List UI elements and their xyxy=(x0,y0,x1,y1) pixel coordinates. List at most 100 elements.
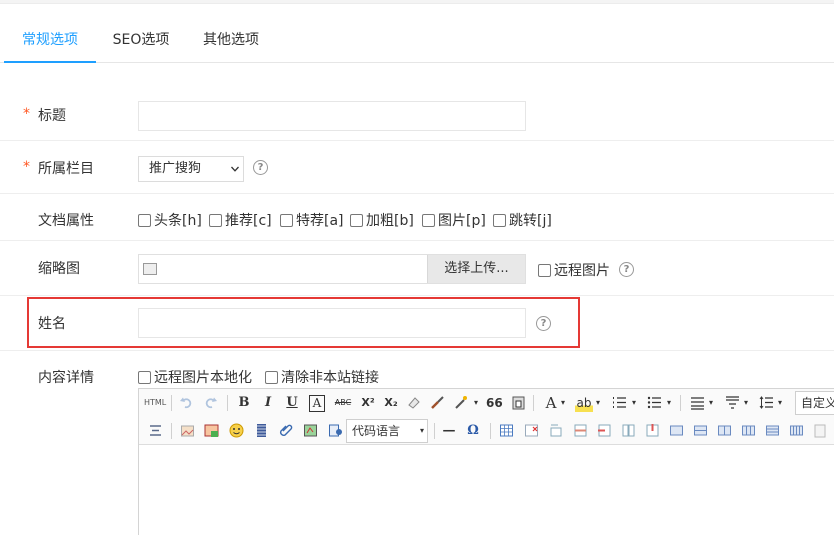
map-icon[interactable] xyxy=(303,423,318,438)
editor-toolbar-row-2: 代码语言 ▾ — Ω xyxy=(139,417,834,445)
editor-content-area[interactable] xyxy=(139,446,834,535)
chevron-down-icon[interactable]: ▾ xyxy=(594,394,602,412)
table-properties-icon[interactable] xyxy=(813,423,828,438)
background-color-button[interactable]: ab xyxy=(575,394,593,412)
chevron-down-icon xyxy=(231,166,239,172)
checkbox-recommend[interactable]: 推荐[c] xyxy=(209,210,272,230)
paragraph-spacing-bottom-icon[interactable] xyxy=(725,395,740,410)
checkbox-box[interactable] xyxy=(350,213,363,227)
delete-column-icon[interactable] xyxy=(645,423,660,438)
unordered-list-icon[interactable] xyxy=(647,395,662,410)
ordered-list-icon[interactable] xyxy=(612,395,627,410)
font-border-button[interactable]: A xyxy=(309,395,325,412)
underline-button[interactable]: U xyxy=(285,394,299,412)
split-cells-icon[interactable] xyxy=(741,423,756,438)
checkbox-box[interactable] xyxy=(280,213,293,227)
top-bar xyxy=(0,0,834,4)
horizontal-rule-button[interactable]: — xyxy=(441,422,457,440)
chevron-down-icon[interactable]: ▾ xyxy=(742,394,750,412)
attributes-label: 文档属性 xyxy=(38,213,94,229)
superscript-button[interactable]: X² xyxy=(359,394,377,412)
format-painter-icon[interactable] xyxy=(430,395,445,410)
align-center-icon[interactable] xyxy=(148,423,163,438)
checkbox-label: 远程图片本地化 xyxy=(154,370,252,386)
checkbox-label: 图片[p] xyxy=(438,213,486,229)
magic-wand-icon[interactable] xyxy=(454,395,469,410)
checkbox-strip-links[interactable]: 清除非本站链接 xyxy=(265,367,379,387)
checkbox-remote-image[interactable]: 远程图片 xyxy=(538,260,610,280)
insert-code-icon[interactable] xyxy=(328,423,343,438)
checkbox-label: 跳转[j] xyxy=(509,213,552,229)
checkbox-featured[interactable]: 特荐[a] xyxy=(280,210,344,230)
checkbox-box[interactable] xyxy=(209,213,222,227)
insert-column-icon[interactable] xyxy=(621,423,636,438)
checkbox-box[interactable] xyxy=(538,263,551,277)
title-input[interactable] xyxy=(138,101,526,131)
checkbox-box[interactable] xyxy=(265,370,278,384)
insert-table-icon[interactable] xyxy=(499,423,514,438)
delete-table-icon[interactable] xyxy=(524,423,539,438)
chevron-down-icon[interactable]: ▾ xyxy=(707,394,715,412)
toolbar-separator xyxy=(490,423,491,439)
checkbox-localize-images[interactable]: 远程图片本地化 xyxy=(138,367,252,387)
attachment-icon[interactable] xyxy=(279,423,294,438)
merge-cells-icon[interactable] xyxy=(669,423,684,438)
font-color-button[interactable]: A xyxy=(544,394,558,412)
thumbnail-row: 缩略图 选择上传... 远程图片 ? xyxy=(0,241,834,296)
thumbnail-field[interactable]: 选择上传... xyxy=(138,254,526,284)
insert-image-icon[interactable] xyxy=(180,423,195,438)
paragraph-spacing-top-icon[interactable] xyxy=(690,395,705,410)
upload-button[interactable]: 选择上传... xyxy=(427,255,525,283)
checkbox-label: 清除非本站链接 xyxy=(281,370,379,386)
thumbnail-label: 缩略图 xyxy=(38,261,80,277)
paste-plain-icon[interactable] xyxy=(511,395,526,410)
category-select[interactable]: 推广搜狗 xyxy=(138,156,244,182)
multi-image-icon[interactable] xyxy=(204,423,219,438)
code-language-select[interactable]: 代码语言 ▾ xyxy=(346,419,428,443)
italic-button[interactable]: I xyxy=(261,394,275,412)
split-rows-icon[interactable] xyxy=(765,423,780,438)
html-source-button[interactable]: HTML xyxy=(144,394,166,412)
bold-button[interactable]: B xyxy=(237,394,251,412)
delete-row-icon[interactable] xyxy=(597,423,612,438)
checkbox-box[interactable] xyxy=(493,213,506,227)
split-cols-icon[interactable] xyxy=(789,423,804,438)
toolbar-separator xyxy=(227,395,228,411)
toolbar-separator xyxy=(680,395,681,411)
chevron-down-icon[interactable]: ▾ xyxy=(472,394,480,412)
insert-paragraph-before-table-icon[interactable] xyxy=(548,423,563,438)
chevron-down-icon[interactable]: ▾ xyxy=(776,394,784,412)
rich-text-editor[interactable]: HTML B I U A ABC X² X₂ ▾ 66 A ▾ ab ▾ ▾ ▾… xyxy=(138,388,834,535)
checkbox-headline[interactable]: 头条[h] xyxy=(138,210,202,230)
chevron-down-icon[interactable]: ▾ xyxy=(665,394,673,412)
checkbox-jump[interactable]: 跳转[j] xyxy=(493,210,552,230)
help-icon[interactable]: ? xyxy=(253,160,268,175)
line-height-icon[interactable] xyxy=(759,395,774,410)
code-language-value: 代码语言 xyxy=(352,424,401,438)
redo-icon[interactable] xyxy=(203,395,218,410)
tab-other[interactable]: 其他选项 xyxy=(186,18,276,63)
help-icon[interactable]: ? xyxy=(619,262,634,277)
strikethrough-button[interactable]: ABC xyxy=(333,394,353,412)
emoji-icon[interactable] xyxy=(229,423,244,438)
tab-general[interactable]: 常规选项 xyxy=(4,18,96,63)
checkbox-box[interactable] xyxy=(422,213,435,227)
subscript-button[interactable]: X₂ xyxy=(382,394,400,412)
custom-title-select[interactable]: 自定义标题 xyxy=(795,391,834,415)
checkbox-picture[interactable]: 图片[p] xyxy=(422,210,486,230)
merge-down-icon[interactable] xyxy=(717,423,732,438)
insert-row-icon[interactable] xyxy=(573,423,588,438)
chevron-down-icon[interactable]: ▾ xyxy=(559,394,567,412)
special-char-button[interactable]: Ω xyxy=(465,422,481,440)
category-row: * 所属栏目 推广搜狗 ? xyxy=(0,141,834,194)
undo-icon[interactable] xyxy=(179,395,194,410)
eraser-icon[interactable] xyxy=(406,395,421,410)
tab-seo[interactable]: SEO选项 xyxy=(98,18,184,63)
chevron-down-icon[interactable]: ▾ xyxy=(630,394,638,412)
blockquote-button[interactable]: 66 xyxy=(486,394,503,412)
checkbox-bold[interactable]: 加粗[b] xyxy=(350,210,414,230)
merge-right-icon[interactable] xyxy=(693,423,708,438)
checkbox-box[interactable] xyxy=(138,370,151,384)
video-icon[interactable] xyxy=(254,423,269,438)
checkbox-box[interactable] xyxy=(138,213,151,227)
